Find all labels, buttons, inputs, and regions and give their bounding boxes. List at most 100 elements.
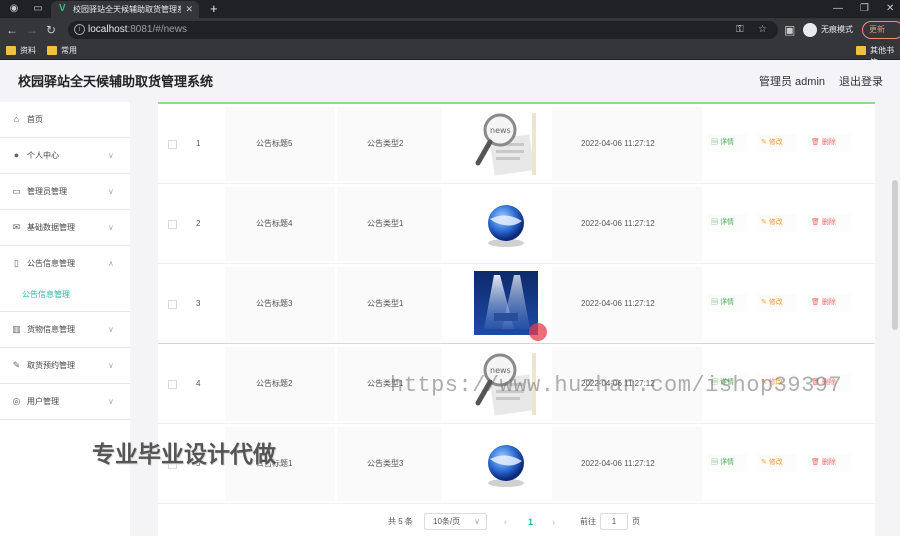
bookmark-folder[interactable]: 资料 xyxy=(6,45,36,57)
prev-page-button[interactable]: ‹ xyxy=(504,515,507,529)
sidebar-item-goods[interactable]: ▥ 货物信息管理 ∨ xyxy=(0,312,130,348)
notice-image xyxy=(474,431,538,497)
chevron-down-icon: ∨ xyxy=(108,187,114,196)
sidebar-subitem-label: 公告信息管理 xyxy=(22,290,70,299)
sidebar: ⌂ 首页 ● 个人中心 ∨ ▭ 管理员管理 ∨ ✉ 基础数据管理 ∨ ▯ 公告信… xyxy=(0,102,130,536)
browser-tab[interactable]: V 校园驿站全天候辅助取货管理系统 ✕ xyxy=(51,1,199,18)
row-checkbox[interactable] xyxy=(168,300,177,309)
sidepanel-icon[interactable]: ▣ xyxy=(784,23,795,37)
edit-button[interactable]: ✎ 修改 xyxy=(757,294,797,312)
other-bookmarks[interactable]: 其他书签 xyxy=(856,45,900,67)
app-header: 校园驿站全天候辅助取货管理系统 管理员 admin 退出登录 xyxy=(0,60,900,102)
mail-icon: ✉ xyxy=(12,222,21,232)
notice-title: 公告标题2 xyxy=(256,379,293,388)
notice-title: 公告标题3 xyxy=(256,299,293,308)
table-row: 3 公告标题3 公告类型1 2022-04-06 11:27:12 ▤ 详情 ✎… xyxy=(158,264,875,344)
svg-text:news: news xyxy=(490,126,511,135)
edit-label: 修改 xyxy=(768,219,783,226)
table-row: 2 公告标题4 公告类型1 2022-04-06 11:27:12 ▤ 详情 ✎… xyxy=(158,184,875,264)
bookmark-folder[interactable]: 常用 xyxy=(47,45,77,57)
delete-button[interactable]: 🗑 删除 xyxy=(807,134,851,152)
row-checkbox[interactable] xyxy=(168,380,177,389)
sidebar-item-notices[interactable]: ▯ 公告信息管理 ∧ xyxy=(0,246,130,282)
sidebar-item-label: 管理员管理 xyxy=(27,187,67,196)
chevron-down-icon: ∨ xyxy=(108,325,114,334)
notice-time: 2022-04-06 11:27:12 xyxy=(581,459,655,468)
chevron-down-icon: ∨ xyxy=(108,361,114,370)
detail-button[interactable]: ▤ 详情 xyxy=(707,214,747,232)
app-title: 校园驿站全天候辅助取货管理系统 xyxy=(18,74,214,89)
delete-button[interactable]: 🗑 删除 xyxy=(807,214,851,232)
tab-close-icon[interactable]: ✕ xyxy=(185,3,193,15)
sidebar-item-pickup[interactable]: ✎ 取货预约管理 ∨ xyxy=(0,348,130,384)
sidebar-subitem-notices[interactable]: 公告信息管理 xyxy=(0,278,130,312)
star-icon[interactable]: ☆ xyxy=(758,23,767,37)
sidebar-item-admins[interactable]: ▭ 管理员管理 ∨ xyxy=(0,174,130,210)
edit-button[interactable]: ✎ 修改 xyxy=(757,214,797,232)
minimize-icon[interactable]: — xyxy=(833,2,843,16)
browser-tab-bar: ◉ ▭ V 校园驿站全天候辅助取货管理系统 ✕ + — ❐ ✕ xyxy=(0,0,900,18)
back-icon[interactable]: ← xyxy=(6,23,18,37)
sidebar-item-label: 公告信息管理 xyxy=(27,259,75,268)
goto-page-input[interactable] xyxy=(600,513,628,530)
delete-label: 删除 xyxy=(821,219,836,226)
sidebar-item-label: 首页 xyxy=(27,115,43,124)
edit-label: 修改 xyxy=(768,139,783,146)
browser-globe-icon[interactable]: ◉ xyxy=(8,3,20,15)
delete-button[interactable]: 🗑 删除 xyxy=(807,454,851,472)
main-content: 1 公告标题5 公告类型2 news 2022-04-06 11:27:12 ▤… xyxy=(130,102,900,536)
edit-button[interactable]: ✎ 修改 xyxy=(757,134,797,152)
key-icon[interactable]: ⚿ xyxy=(736,23,744,37)
notice-table: 1 公告标题5 公告类型2 news 2022-04-06 11:27:12 ▤… xyxy=(158,102,875,536)
row-checkbox[interactable] xyxy=(168,140,177,149)
sidebar-item-home[interactable]: ⌂ 首页 xyxy=(0,102,130,138)
forward-icon[interactable]: → xyxy=(26,23,38,37)
notice-image xyxy=(474,191,538,257)
notice-time: 2022-04-06 11:27:12 xyxy=(581,299,655,308)
mic-icon: ▯ xyxy=(14,258,19,268)
promo-overlay-text: 专业毕业设计代做 xyxy=(92,441,276,467)
chart-icon: ▥ xyxy=(12,324,21,334)
update-button[interactable]: 更新 xyxy=(862,21,900,39)
user-icon: ● xyxy=(13,150,20,160)
goto-label: 前往 xyxy=(580,517,596,526)
detail-button[interactable]: ▤ 详情 xyxy=(707,294,747,312)
delete-button[interactable]: 🗑 删除 xyxy=(807,294,851,312)
watermark-text: https://www.huzhan.com/ishop39397 xyxy=(390,373,843,398)
page-size-value: 10条/页 xyxy=(433,517,461,526)
detail-button[interactable]: ▤ 详情 xyxy=(707,454,747,472)
site-info-icon[interactable]: i xyxy=(74,24,85,35)
current-page[interactable]: 1 xyxy=(528,515,533,529)
tab-search-icon[interactable]: ▭ xyxy=(32,3,44,15)
sidebar-item-users[interactable]: ◎ 用户管理 ∨ xyxy=(0,384,130,420)
new-tab-icon[interactable]: + xyxy=(210,1,218,17)
notice-title: 公告标题4 xyxy=(256,219,293,228)
edit-button[interactable]: ✎ 修改 xyxy=(757,454,797,472)
sidebar-item-label: 用户管理 xyxy=(27,397,59,406)
url-path: :8081/#/news xyxy=(127,24,187,35)
notice-image: news xyxy=(474,111,538,177)
row-index: 1 xyxy=(196,139,201,148)
reload-icon[interactable]: ↻ xyxy=(46,23,56,37)
detail-button[interactable]: ▤ 详情 xyxy=(707,134,747,152)
edit-label: 修改 xyxy=(768,459,783,466)
sidebar-item-label: 货物信息管理 xyxy=(27,325,75,334)
logout-link[interactable]: 退出登录 xyxy=(839,74,883,90)
chevron-up-icon: ∧ xyxy=(108,259,114,268)
detail-label: 详情 xyxy=(719,459,734,466)
maximize-icon[interactable]: ❐ xyxy=(860,2,869,16)
address-bar[interactable]: i localhost:8081/#/news ⚿ ☆ xyxy=(68,21,778,39)
row-checkbox[interactable] xyxy=(168,220,177,229)
sidebar-item-base-data[interactable]: ✉ 基础数据管理 ∨ xyxy=(0,210,130,246)
detail-label: 详情 xyxy=(719,299,734,306)
pagination: 共 5 条 10条/页 ∨ ‹ 1 › 前往 页 xyxy=(158,512,875,532)
sidebar-item-label: 个人中心 xyxy=(27,151,59,160)
window-close-icon[interactable]: ✕ xyxy=(886,2,894,16)
chevron-down-icon: ∨ xyxy=(108,223,114,232)
page-size-select[interactable]: 10条/页 ∨ xyxy=(424,513,487,530)
sidebar-item-profile[interactable]: ● 个人中心 ∨ xyxy=(0,138,130,174)
scrollbar-thumb[interactable] xyxy=(892,180,898,330)
delete-label: 删除 xyxy=(821,139,836,146)
next-page-button[interactable]: › xyxy=(552,515,555,529)
home-icon: ⌂ xyxy=(13,114,20,124)
